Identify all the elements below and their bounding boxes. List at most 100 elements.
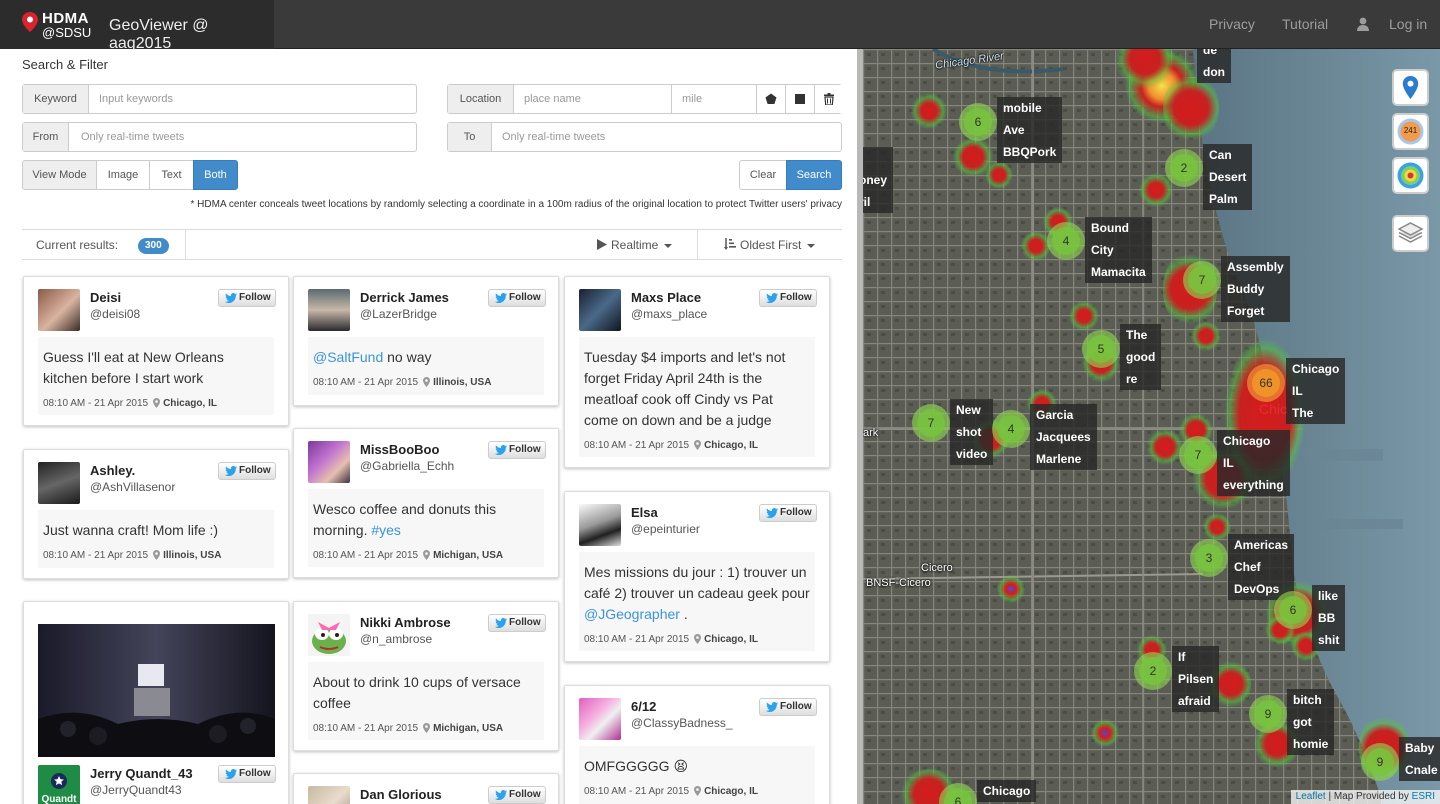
follow-button[interactable]: Follow	[488, 441, 546, 459]
tweet-location[interactable]: Chicago, IL	[704, 634, 758, 645]
tweet-time[interactable]: 08:10 AM - 21 Apr 2015	[584, 634, 689, 645]
avatar[interactable]	[308, 614, 350, 656]
tweet-location[interactable]: Illinois, USA	[433, 377, 491, 388]
tweet-cluster-marker[interactable]: 9	[1249, 695, 1287, 733]
tweet-card[interactable]: Elsa @epeinturier Follow Mes missions du…	[564, 491, 830, 662]
tweet-user-handle[interactable]: @epeinturier	[631, 522, 700, 536]
sort-order-dropdown[interactable]: Oldest First	[724, 238, 816, 252]
realtime-dropdown[interactable]: Realtime	[597, 238, 673, 252]
tweet-location[interactable]: Chicago, IL	[163, 398, 217, 409]
to-date-input[interactable]	[492, 123, 841, 151]
tweet-cluster-marker[interactable]: 2	[1165, 149, 1203, 187]
app-title[interactable]: GeoViewer @ aag2015	[109, 17, 274, 53]
follow-button[interactable]: Follow	[488, 289, 546, 307]
tweet-cluster-marker[interactable]: 2	[1134, 652, 1172, 690]
clear-button[interactable]: Clear	[739, 160, 787, 190]
leaflet-link[interactable]: Leaflet	[1296, 791, 1326, 802]
follow-button[interactable]: Follow	[488, 786, 546, 804]
follow-button[interactable]: Follow	[759, 289, 817, 307]
tweet-user-name[interactable]: MissBooBoo	[360, 442, 439, 457]
avatar[interactable]	[308, 786, 350, 804]
tweet-card[interactable]: Dan Glorious Follow	[293, 773, 559, 804]
tweet-cluster-marker[interactable]: 6	[1274, 591, 1312, 629]
follow-button[interactable]: Follow	[488, 614, 546, 632]
avatar[interactable]	[308, 441, 350, 483]
tweet-cluster-marker[interactable]: 9	[1361, 743, 1399, 781]
follow-button[interactable]: Follow	[759, 504, 817, 522]
follow-button[interactable]: Follow	[218, 462, 276, 480]
tweet-card[interactable]: MissBooBoo @Gabriella_Echh Follow Wesco …	[293, 428, 559, 578]
draw-polygon-button[interactable]	[756, 85, 784, 113]
tweet-time[interactable]: 08:10 AM - 21 Apr 2015	[313, 723, 418, 734]
hdma-logo[interactable]: HDMA @SDSU	[22, 10, 94, 40]
nav-link-login[interactable]: Log in	[1389, 16, 1427, 32]
tweet-user-name[interactable]: Maxs Place	[631, 290, 701, 305]
tweet-user-handle[interactable]: @n_ambrose	[360, 632, 432, 646]
tweet-user-handle[interactable]: @maxs_place	[631, 307, 707, 321]
view-mode-both-button[interactable]: Both	[193, 160, 238, 190]
mile-input[interactable]	[672, 85, 756, 113]
tweet-time[interactable]: 08:10 AM - 21 Apr 2015	[313, 377, 418, 388]
follow-button[interactable]: Follow	[218, 765, 276, 783]
tweet-cluster-marker[interactable]: 7	[1183, 261, 1221, 299]
follow-button[interactable]: Follow	[759, 698, 817, 716]
tweet-cluster-marker[interactable]: 6	[959, 103, 997, 141]
tweet-user-handle[interactable]: @AshVillasenor	[90, 480, 175, 494]
tweet-cluster-marker[interactable]: 4	[1047, 222, 1085, 260]
view-mode-image-button[interactable]: Image	[96, 160, 150, 190]
mention-link[interactable]: @SaltFund	[313, 349, 383, 365]
tweet-cluster-marker[interactable]: 5	[1082, 330, 1120, 368]
esri-link[interactable]: ESRI	[1412, 791, 1435, 802]
tweet-user-name[interactable]: 6/12	[631, 699, 656, 714]
tweet-user-name[interactable]: Jerry Quandt_43	[90, 766, 193, 781]
heatmap-layer-toggle[interactable]	[1392, 157, 1429, 194]
locate-button[interactable]	[1392, 69, 1429, 106]
avatar[interactable]	[308, 289, 350, 331]
tweet-location[interactable]: Chicago, IL	[704, 786, 758, 797]
tweet-cluster-marker[interactable]: 7	[912, 404, 950, 442]
nav-link-tutorial[interactable]: Tutorial	[1282, 16, 1328, 32]
tweet-time[interactable]: 08:10 AM - 21 Apr 2015	[43, 550, 148, 561]
tweet-card[interactable]: Derrick James @LazerBridge Follow @SaltF…	[293, 276, 559, 406]
search-button[interactable]: Search	[786, 160, 842, 190]
tweet-location[interactable]: Illinois, USA	[163, 550, 221, 561]
follow-button[interactable]: Follow	[218, 289, 276, 307]
avatar[interactable]	[579, 289, 621, 331]
tweet-card[interactable]: Deisi @deisi08 Follow Guess I'll eat at …	[23, 276, 289, 426]
view-mode-text-button[interactable]: Text	[149, 160, 194, 190]
tweet-user-handle[interactable]: @ClassyBadness_	[631, 716, 733, 730]
from-date-input[interactable]	[71, 123, 416, 151]
tweet-user-name[interactable]: Nikki Ambrose	[360, 615, 451, 630]
mention-link[interactable]: @JGeographer	[584, 606, 680, 622]
tweet-card-image[interactable]: Quandt Jerry Quandt_43 @JerryQuandt43 Fo…	[23, 601, 289, 804]
avatar[interactable]	[579, 698, 621, 740]
nav-link-privacy[interactable]: Privacy	[1209, 16, 1255, 32]
keyword-input[interactable]	[89, 85, 416, 113]
tweet-user-handle[interactable]: @deisi08	[90, 307, 140, 321]
tweet-card[interactable]: 6/12 @ClassyBadness_ Follow OMFGGGGG 😫 0…	[564, 685, 830, 804]
avatar[interactable]: Quandt	[38, 765, 80, 804]
tweet-user-name[interactable]: Ashley.	[90, 463, 135, 478]
cluster-layer-toggle[interactable]: 241	[1392, 113, 1429, 150]
place-name-input[interactable]	[514, 85, 671, 113]
clear-shape-button[interactable]	[814, 85, 842, 113]
tweet-user-name[interactable]: Deisi	[90, 290, 121, 305]
hashtag-link[interactable]: #yes	[371, 522, 401, 538]
tweet-card[interactable]: Ashley. @AshVillasenor Follow Just wanna…	[23, 449, 289, 579]
tweet-cluster-marker[interactable]: 66	[1247, 364, 1285, 402]
avatar[interactable]	[38, 289, 80, 331]
tweet-location[interactable]: Michigan, USA	[433, 723, 503, 734]
tweet-user-name[interactable]: Elsa	[631, 505, 658, 520]
avatar[interactable]	[38, 462, 80, 504]
map-view[interactable]: de don oney ril 6 mobile Ave BBQPork 2 Can De…	[863, 49, 1440, 804]
tweet-user-handle[interactable]: @Gabriella_Echh	[360, 459, 454, 473]
tweet-cluster-marker[interactable]: 3	[1190, 539, 1228, 577]
tweet-card[interactable]: Nikki Ambrose @n_ambrose Follow About to…	[293, 601, 559, 751]
tweet-time[interactable]: 08:10 AM - 21 Apr 2015	[43, 398, 148, 409]
tweet-user-handle[interactable]: @JerryQuandt43	[90, 783, 182, 797]
tweet-location[interactable]: Michigan, USA	[433, 550, 503, 561]
tweet-photo-theater[interactable]	[38, 624, 275, 757]
tweet-card[interactable]: Maxs Place @maxs_place Follow Tuesday $4…	[564, 276, 830, 468]
tweet-cluster-marker[interactable]: 4	[992, 410, 1030, 448]
avatar[interactable]	[579, 504, 621, 546]
